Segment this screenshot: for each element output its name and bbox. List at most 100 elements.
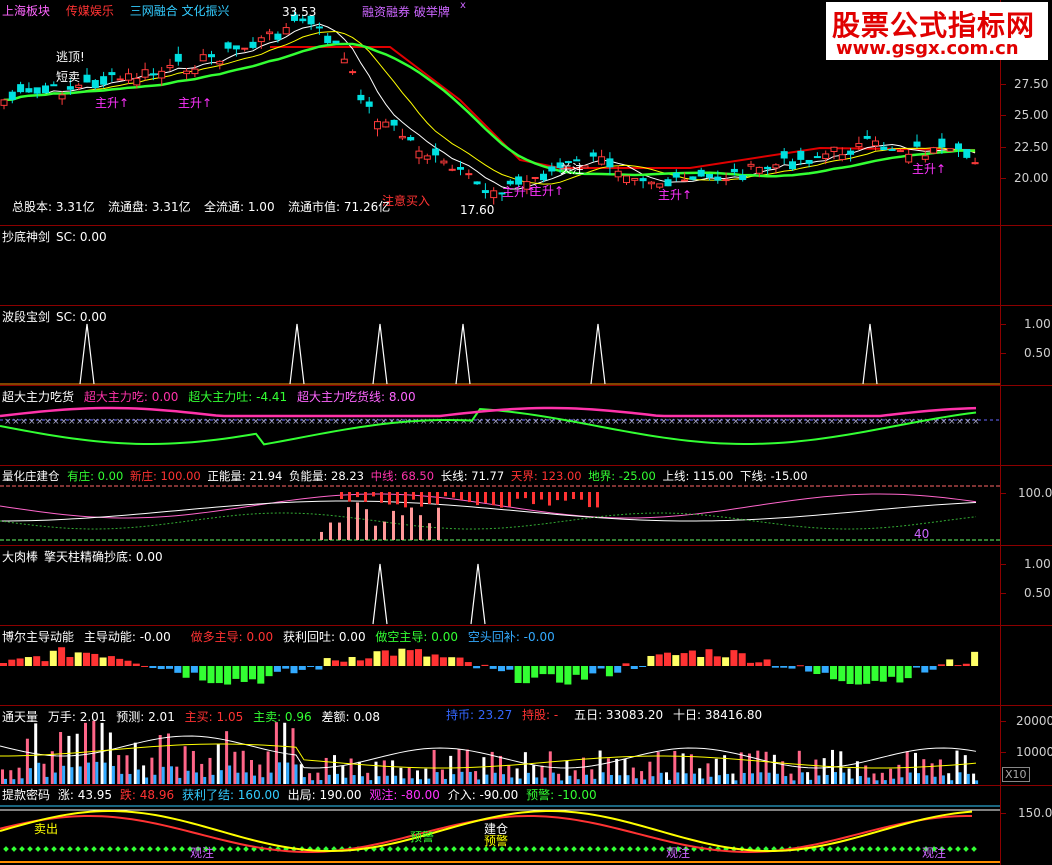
momentum-bar [464, 662, 472, 666]
cross-marker: × [604, 417, 612, 427]
momentum-bar [556, 666, 564, 683]
momentum-bar [738, 653, 746, 666]
close-mark-icon[interactable]: x [460, 0, 466, 11]
momentum-bar [83, 652, 90, 666]
indicator-value: 地界: -25.00 [588, 469, 656, 483]
candle-body [158, 70, 166, 79]
tag-shanghai[interactable]: 上海板块 [2, 4, 50, 18]
volume-bar [615, 758, 619, 784]
warn-diamond [851, 846, 857, 852]
tag-media[interactable]: 传媒娱乐 [66, 4, 114, 18]
volume-bar [236, 772, 240, 784]
volume-panel[interactable]: 通天量 万手: 2.01 预测: 2.01 主买: 1.05 主卖: 0.96 … [0, 706, 1052, 786]
volume-bar [9, 770, 13, 784]
watermark-url: www.gsgx.com.cn [836, 38, 1019, 59]
indicator-value: 涨: 43.95 [57, 788, 113, 802]
tag-tri-network[interactable]: 三网融合 文化振兴 [130, 4, 230, 18]
volume-bar [286, 762, 290, 784]
cross-marker: × [476, 417, 484, 427]
candle-body [457, 167, 464, 170]
energy-bar [548, 492, 551, 506]
candle-body [805, 159, 813, 164]
quant-position-panel[interactable]: 量化庄建仓 有庄: 0.00 新庄: 100.00 正能量: 21.94 负能量… [0, 466, 1052, 546]
momentum-bar [240, 666, 248, 682]
candle-body [66, 86, 74, 90]
volume-bar [925, 775, 929, 784]
warn-diamond [395, 846, 401, 852]
volume-bar [792, 780, 796, 784]
warn-diamond [507, 846, 513, 852]
energy-bar [588, 492, 591, 508]
volume-ma10 [0, 743, 977, 769]
volume-bar [659, 772, 663, 784]
warn-diamond [867, 846, 873, 852]
volume-bar [37, 762, 41, 784]
band-sword-panel[interactable]: 波段宝剑 SC: 0.00 1.00 0.50 [0, 306, 1052, 386]
momentum-bar [655, 654, 663, 666]
watch-label: 关注 [560, 162, 585, 176]
candle-body [332, 40, 340, 44]
volume-bar [443, 778, 447, 784]
momentum-bar [597, 666, 605, 669]
cross-marker: × [948, 417, 956, 427]
bohr-momentum-panel[interactable]: 博尔主导动能 主导动能: -0.00 做多主导: 0.00 获利回吐: 0.00… [0, 626, 1052, 706]
volume-bar [253, 775, 256, 784]
momentum-bar [340, 661, 348, 666]
cross-marker: × [460, 417, 468, 427]
indicator-value: 天界: 123.00 [510, 469, 582, 483]
momentum-bar [846, 666, 854, 684]
volume-bar [817, 775, 821, 784]
bottom-sword-panel[interactable]: 抄底神剑 SC: 0.00 [0, 226, 1052, 306]
volume-bar [573, 770, 577, 784]
kline-panel[interactable]: 上海板块 传媒娱乐 三网融合 文化振兴 融资融券 破举牌 x 33.53 17.… [0, 0, 1052, 225]
indicator-value: 擎天柱精确抄底: 0.00 [44, 550, 163, 564]
panel-title: 提款密码 [2, 788, 51, 802]
volume-bar [739, 752, 743, 784]
indicator-value: 空头回补: -0.00 [467, 630, 555, 644]
volume-bar [847, 768, 851, 784]
main-force-panel[interactable]: × × × × × × × × × × × × × × × × × × × × × × × × × × × × × × × × × × × × × × × ×… [0, 386, 1052, 466]
candle-body [91, 80, 99, 88]
bottom-spike [470, 563, 486, 625]
volume-bar [872, 773, 876, 784]
cross-marker: × [276, 417, 284, 427]
volume-bar [402, 778, 406, 784]
candle-body [664, 179, 672, 187]
warn-diamond [115, 846, 121, 852]
bottom-spike [372, 563, 388, 625]
candle-body [930, 147, 938, 154]
warn-diamond [563, 846, 569, 852]
cross-marker: × [740, 417, 748, 427]
energy-bar [484, 492, 487, 503]
cross-marker: × [804, 417, 812, 427]
scale-factor-badge[interactable]: X10 [1002, 767, 1030, 782]
candle-body [208, 54, 215, 58]
withdraw-code-panel[interactable]: 提款密码 涨: 43.95 跌: 48.96 获利了结: 160.00 出局: … [0, 786, 1052, 865]
cross-marker: × [356, 417, 364, 427]
cross-marker: × [492, 417, 500, 427]
cross-marker: × [500, 417, 508, 427]
tag-margin[interactable]: 融资融券 破举牌 [362, 3, 450, 20]
momentum-bar [896, 666, 904, 683]
warn-diamond [963, 846, 969, 852]
volume-bar [648, 761, 652, 784]
level-label: 40 [914, 527, 930, 541]
energy-bar [338, 522, 341, 540]
indicator-value: 主导动能: -0.00 [83, 630, 171, 644]
volume-bar [410, 778, 414, 784]
momentum-bar [307, 666, 315, 667]
candle-body [681, 179, 689, 182]
candle-body [349, 71, 357, 74]
volume-bar [382, 760, 386, 784]
volume-bar [917, 773, 920, 784]
momentum-bar [722, 657, 730, 666]
volume-bar [452, 774, 456, 784]
volume-bar [640, 771, 644, 784]
big-rod-panel[interactable]: 大肉棒 擎天柱精确抄底: 0.00 1.00 0.50 [0, 546, 1052, 626]
volume-bar [241, 750, 245, 784]
volume-bar [449, 755, 453, 784]
indicator-value: 超大主力吃: 0.00 [83, 390, 179, 404]
momentum-bar [215, 666, 223, 684]
volume-bar [391, 760, 395, 784]
candle-body [0, 99, 8, 106]
